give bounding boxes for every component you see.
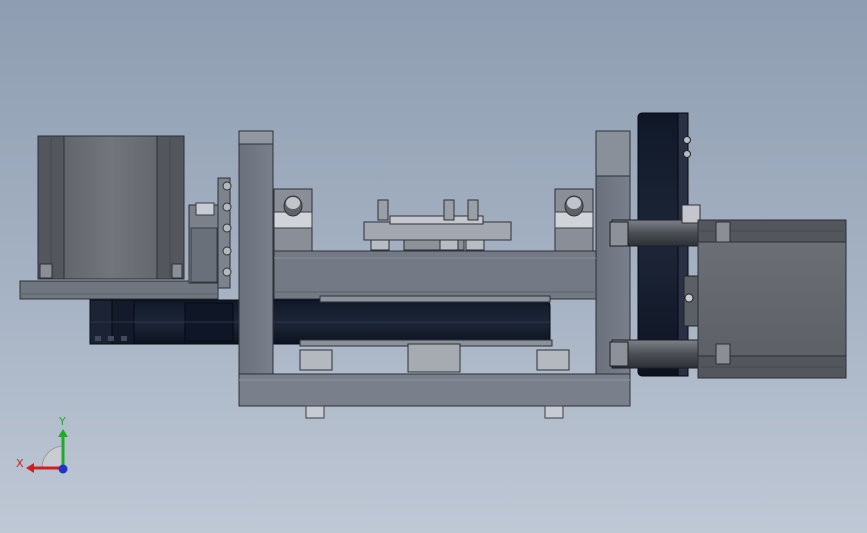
right-bearing-block[interactable] [554,188,594,252]
timing-belt[interactable] [89,299,551,345]
coordinate-triad-icon [26,429,68,474]
axis-label-y: Y [59,415,66,428]
cad-viewport[interactable]: Y X [0,0,867,533]
left-stepper-motor[interactable] [37,135,185,280]
axis-label-x: X [16,457,24,470]
assembly-drawing[interactable] [0,0,867,533]
center-turntable[interactable] [363,199,512,251]
right-stepper-motor[interactable] [697,219,847,379]
left-side-bracket[interactable] [188,177,232,289]
left-motor-mount-plate[interactable] [19,280,219,300]
left-bearing-block[interactable] [273,188,313,252]
